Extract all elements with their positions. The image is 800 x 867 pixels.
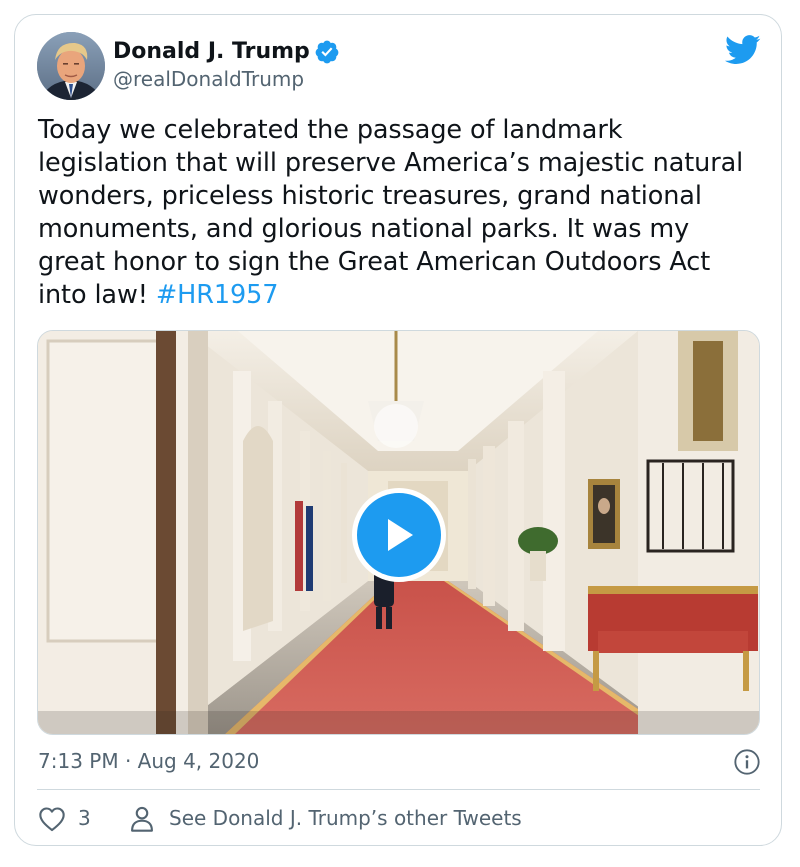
like-count: 3	[78, 806, 91, 830]
heart-icon[interactable]	[38, 806, 66, 832]
twitter-bird-icon[interactable]	[725, 35, 761, 65]
tweet-body: Today we celebrated the passage of landm…	[38, 115, 752, 310]
author-name[interactable]: Donald J. Trump	[113, 38, 340, 66]
divider	[37, 789, 760, 790]
other-tweets-link[interactable]: See Donald J. Trump’s other Tweets	[169, 805, 522, 831]
verified-badge-icon	[315, 40, 339, 64]
tweet-text: Today we celebrated the passage of landm…	[38, 114, 758, 312]
author-name-text[interactable]: Donald J. Trump	[113, 38, 310, 66]
avatar-photo	[37, 32, 105, 100]
person-icon[interactable]	[129, 805, 155, 833]
hashtag-link[interactable]: #HR1957	[156, 280, 279, 310]
info-icon[interactable]	[733, 748, 761, 776]
author-handle[interactable]: @realDonaldTrump	[113, 66, 304, 92]
avatar[interactable]	[37, 32, 105, 100]
tweet-timestamp[interactable]: 7:13 PM · Aug 4, 2020	[38, 748, 259, 774]
play-icon	[388, 519, 413, 551]
play-button[interactable]	[352, 488, 446, 582]
